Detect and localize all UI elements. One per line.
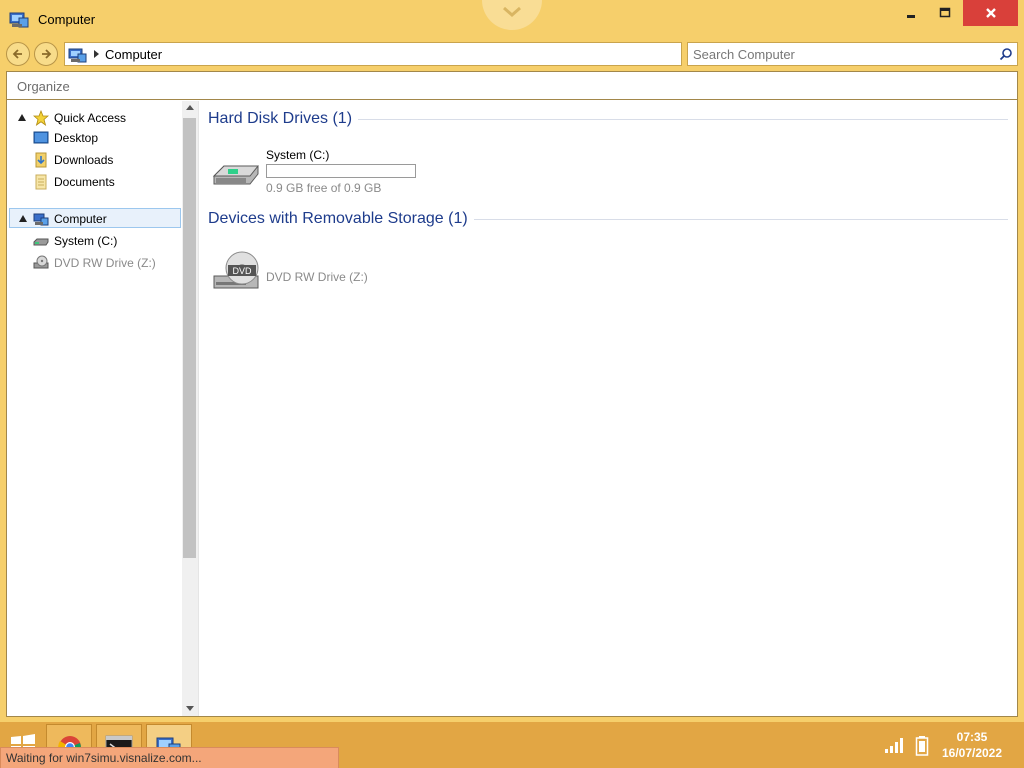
breadcrumb-computer[interactable]: Computer [105,47,162,62]
drive-name: System (C:) [266,148,330,162]
signal-icon[interactable] [884,736,906,754]
group-title: Hard Disk Drives (1) [208,110,353,127]
address-bar[interactable]: Computer [64,42,682,66]
search-input[interactable] [689,44,989,64]
breadcrumb-separator-icon[interactable] [94,50,99,58]
organize-button[interactable]: Organize [17,79,70,94]
downloads-icon [35,152,47,168]
battery-icon[interactable] [915,736,929,756]
nav-item-label: System (C:) [54,234,118,248]
minimize-icon [907,15,915,18]
drive-free-space: 0.9 GB free of 0.9 GB [266,181,382,195]
scroll-up-icon[interactable] [186,105,194,110]
group-header-removable[interactable]: Devices with Removable Storage (1) [208,208,1008,230]
group-header-hard-disk[interactable]: Hard Disk Drives (1) [208,108,1008,130]
maximize-icon [939,7,951,18]
close-icon [985,8,996,18]
nav-item-computer[interactable]: Computer [9,208,181,228]
clock-date[interactable]: 16/07/2022 [936,746,1008,760]
dvd-disc-label: DVD [232,266,252,276]
pane-divider[interactable] [198,101,199,716]
close-button[interactable] [963,0,1018,26]
command-bar: Organize [7,72,1017,100]
nav-item-label: Computer [54,212,107,226]
maximize-button[interactable] [930,0,960,26]
drive-item-dvd[interactable]: DVD DVD RW Drive (Z:) [212,248,612,308]
desktop-icon [33,131,49,144]
nav-item-dvd-drive[interactable]: DVD RW Drive (Z:) [9,253,181,273]
group-divider [473,218,1008,220]
dvd-drive-icon: DVD [213,251,259,289]
nav-item-label: Downloads [54,153,114,167]
documents-icon [35,174,47,190]
back-button[interactable] [6,42,30,66]
window-title: Computer [38,12,96,27]
forward-button[interactable] [34,42,58,66]
computer-icon [33,213,49,226]
search-icon[interactable] [999,47,1013,61]
browser-status-bar: Waiting for win7simu.visnalize.com... [0,747,339,768]
computer-icon [9,12,29,28]
drive-usage-bar [266,164,416,178]
arrow-right-icon [42,49,52,59]
main-content: Hard Disk Drives (1) System (C:) 0.9 GB … [200,101,1017,716]
clock-time[interactable]: 07:35 [940,730,1004,744]
drive-name: DVD RW Drive (Z:) [266,270,368,284]
status-text: Waiting for win7simu.visnalize.com... [6,751,202,765]
navigation-pane: Quick Access Desktop Downloads Documents… [7,101,181,716]
chevron-down-icon [503,6,521,17]
content-frame: Organize Quick Access Desktop Downloads … [6,71,1018,717]
search-box[interactable] [687,42,1018,66]
nav-item-system-c[interactable]: System (C:) [9,231,181,251]
nav-item-quick-access[interactable]: Quick Access [9,108,181,128]
scroll-down-icon[interactable] [186,706,194,711]
nav-item-downloads[interactable]: Downloads [9,150,181,170]
hard-drive-icon [212,165,260,185]
explorer-window: Computer Computer Search Computer Organi… [0,0,1024,722]
star-icon [33,110,49,126]
scrollbar-thumb[interactable] [183,118,196,558]
nav-scrollbar[interactable] [182,101,198,716]
hard-drive-icon [33,238,49,246]
nav-item-label: DVD RW Drive (Z:) [54,256,156,270]
nav-item-label: Desktop [54,131,99,145]
arrow-left-icon [12,49,22,59]
drive-item-system-c[interactable]: System (C:) 0.9 GB free of 0.9 GB [212,148,612,208]
group-title: Devices with Removable Storage (1) [208,210,468,227]
minimize-button[interactable] [896,0,926,26]
title-bar[interactable]: Computer [0,0,1024,38]
expand-arrow-icon[interactable] [18,114,26,121]
group-divider [358,118,1008,120]
computer-icon [68,48,87,63]
nav-item-label: Quick Access [54,111,127,125]
nav-item-label: Documents [54,175,115,189]
expand-arrow-icon[interactable] [19,215,27,222]
dvd-drive-icon [33,255,49,269]
nav-item-documents[interactable]: Documents [9,172,181,192]
expand-ribbon-button[interactable] [482,0,542,30]
nav-item-desktop[interactable]: Desktop [9,128,181,148]
